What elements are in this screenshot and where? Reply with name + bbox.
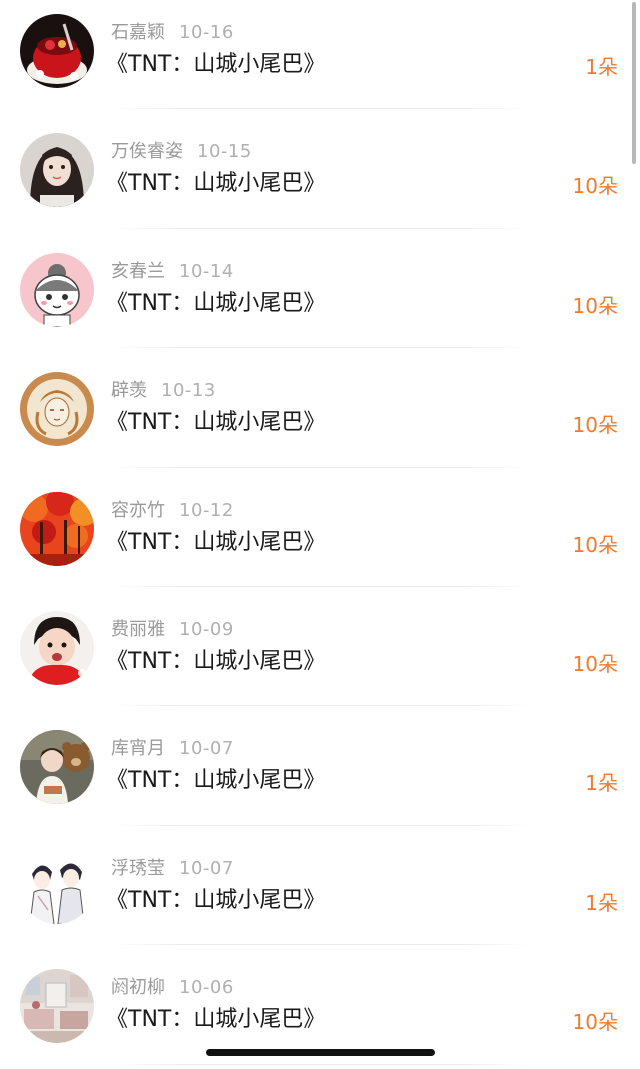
divider bbox=[112, 824, 530, 826]
list-item[interactable]: 费丽雅 10-09 《TNT：山城小尾巴》 10朵 bbox=[0, 597, 640, 716]
dessert-avatar-image bbox=[20, 14, 94, 88]
book-title: 《TNT：山城小尾巴》 bbox=[106, 649, 326, 674]
donor-info: 费丽雅 10-09 bbox=[111, 617, 234, 643]
avatar[interactable] bbox=[20, 252, 94, 327]
avatar[interactable] bbox=[20, 491, 94, 566]
donor-info: 浮琇莹 10-07 bbox=[111, 856, 234, 882]
gift-date: 10-12 bbox=[179, 499, 234, 521]
book-title: 《TNT：山城小尾巴》 bbox=[106, 1007, 326, 1033]
divider bbox=[112, 466, 530, 468]
donor-name: 石嘉颖 bbox=[111, 22, 165, 43]
bear-avatar-image bbox=[20, 730, 94, 805]
donor-info: 容亦竹 10-12 bbox=[111, 498, 234, 524]
donor-name: 辟羡 bbox=[111, 380, 147, 402]
gift-date: 10-16 bbox=[179, 22, 234, 43]
forest-avatar-image bbox=[20, 491, 94, 566]
book-title: 《TNT：山城小尾巴》 bbox=[106, 887, 326, 913]
portrait-avatar-image bbox=[20, 133, 94, 208]
donor-info: 辟羡 10-13 bbox=[111, 378, 216, 404]
book-title: 《TNT：山城小尾巴》 bbox=[106, 52, 326, 77]
gift-amount: 10朵 bbox=[572, 413, 618, 438]
gift-amount: 1朵 bbox=[585, 55, 618, 79]
donor-info: 库宵月 10-07 bbox=[111, 736, 234, 762]
donor-info: 亥春兰 10-14 bbox=[111, 259, 234, 285]
avatar[interactable] bbox=[20, 849, 94, 924]
gift-amount: 10朵 bbox=[572, 532, 618, 557]
book-title: 《TNT：山城小尾巴》 bbox=[106, 768, 326, 794]
gift-amount: 1朵 bbox=[585, 771, 618, 796]
list-item[interactable]: 辟羡 10-13 《TNT：山城小尾巴》 10朵 bbox=[0, 358, 640, 477]
gift-date: 10-15 bbox=[197, 141, 252, 163]
avatar[interactable] bbox=[20, 611, 94, 685]
avatar[interactable] bbox=[20, 969, 94, 1044]
gift-date: 10-06 bbox=[179, 977, 234, 999]
avatar[interactable] bbox=[20, 372, 94, 447]
divider bbox=[112, 1063, 530, 1065]
gift-date: 10-09 bbox=[179, 619, 234, 640]
list-item[interactable]: 亥春兰 10-14 《TNT：山城小尾巴》 10朵 bbox=[0, 239, 640, 358]
donor-info: 万俟睿姿 10-15 bbox=[111, 139, 252, 165]
divider bbox=[112, 227, 530, 229]
gift-amount: 1朵 bbox=[585, 890, 618, 915]
list-item[interactable]: 万俟睿姿 10-15 《TNT：山城小尾巴》 10朵 bbox=[0, 119, 640, 238]
gift-amount: 10朵 bbox=[572, 652, 618, 676]
donor-name: 万俟睿姿 bbox=[111, 141, 183, 163]
avatar[interactable] bbox=[20, 133, 94, 208]
divider bbox=[112, 347, 530, 349]
list-item[interactable]: 浮琇莹 10-07 《TNT：山城小尾巴》 1朵 bbox=[0, 836, 640, 955]
list-item[interactable]: 石嘉颖 10-16 《TNT：山城小尾巴》 1朵 bbox=[0, 0, 640, 119]
gift-record-list: 石嘉颖 10-16 《TNT：山城小尾巴》 1朵 万俟睿姿 10-15 《TNT：山… bbox=[0, 0, 640, 1069]
scrollbar[interactable] bbox=[632, 2, 636, 164]
avatar[interactable] bbox=[20, 730, 94, 805]
book-title: 《TNT：山城小尾巴》 bbox=[106, 410, 326, 436]
donor-name: 阏初柳 bbox=[111, 977, 165, 999]
book-title: 《TNT：山城小尾巴》 bbox=[106, 171, 326, 197]
gift-amount: 10朵 bbox=[572, 174, 618, 199]
home-indicator[interactable] bbox=[206, 1049, 435, 1056]
donor-name: 费丽雅 bbox=[111, 619, 165, 640]
room-avatar-image bbox=[20, 969, 94, 1044]
donor-name: 容亦竹 bbox=[111, 499, 165, 521]
divider bbox=[112, 585, 530, 587]
gift-date: 10-07 bbox=[179, 738, 234, 760]
donor-info: 阏初柳 10-06 bbox=[111, 975, 234, 1001]
latte-avatar-image bbox=[20, 372, 94, 447]
divider bbox=[112, 108, 530, 110]
list-item[interactable]: 库宵月 10-07 《TNT：山城小尾巴》 1朵 bbox=[0, 716, 640, 835]
donor-info: 石嘉颖 10-16 bbox=[111, 20, 234, 46]
avatar[interactable] bbox=[20, 14, 94, 88]
divider bbox=[112, 944, 530, 946]
anime-couple-avatar-image bbox=[20, 849, 94, 924]
gift-date: 10-13 bbox=[161, 380, 216, 402]
gift-amount: 10朵 bbox=[572, 293, 618, 318]
book-title: 《TNT：山城小尾巴》 bbox=[106, 290, 326, 316]
donor-name: 浮琇莹 bbox=[111, 857, 165, 879]
book-title: 《TNT：山城小尾巴》 bbox=[106, 529, 326, 555]
divider bbox=[112, 705, 530, 707]
list-item[interactable]: 容亦竹 10-12 《TNT：山城小尾巴》 10朵 bbox=[0, 478, 640, 597]
child-avatar-image bbox=[20, 611, 94, 685]
donor-name: 库宵月 bbox=[111, 738, 165, 760]
donor-name: 亥春兰 bbox=[111, 260, 165, 282]
cartoon-avatar-image bbox=[20, 252, 94, 327]
gift-amount: 10朵 bbox=[572, 1010, 618, 1035]
gift-date: 10-07 bbox=[179, 857, 234, 879]
gift-date: 10-14 bbox=[179, 260, 234, 282]
